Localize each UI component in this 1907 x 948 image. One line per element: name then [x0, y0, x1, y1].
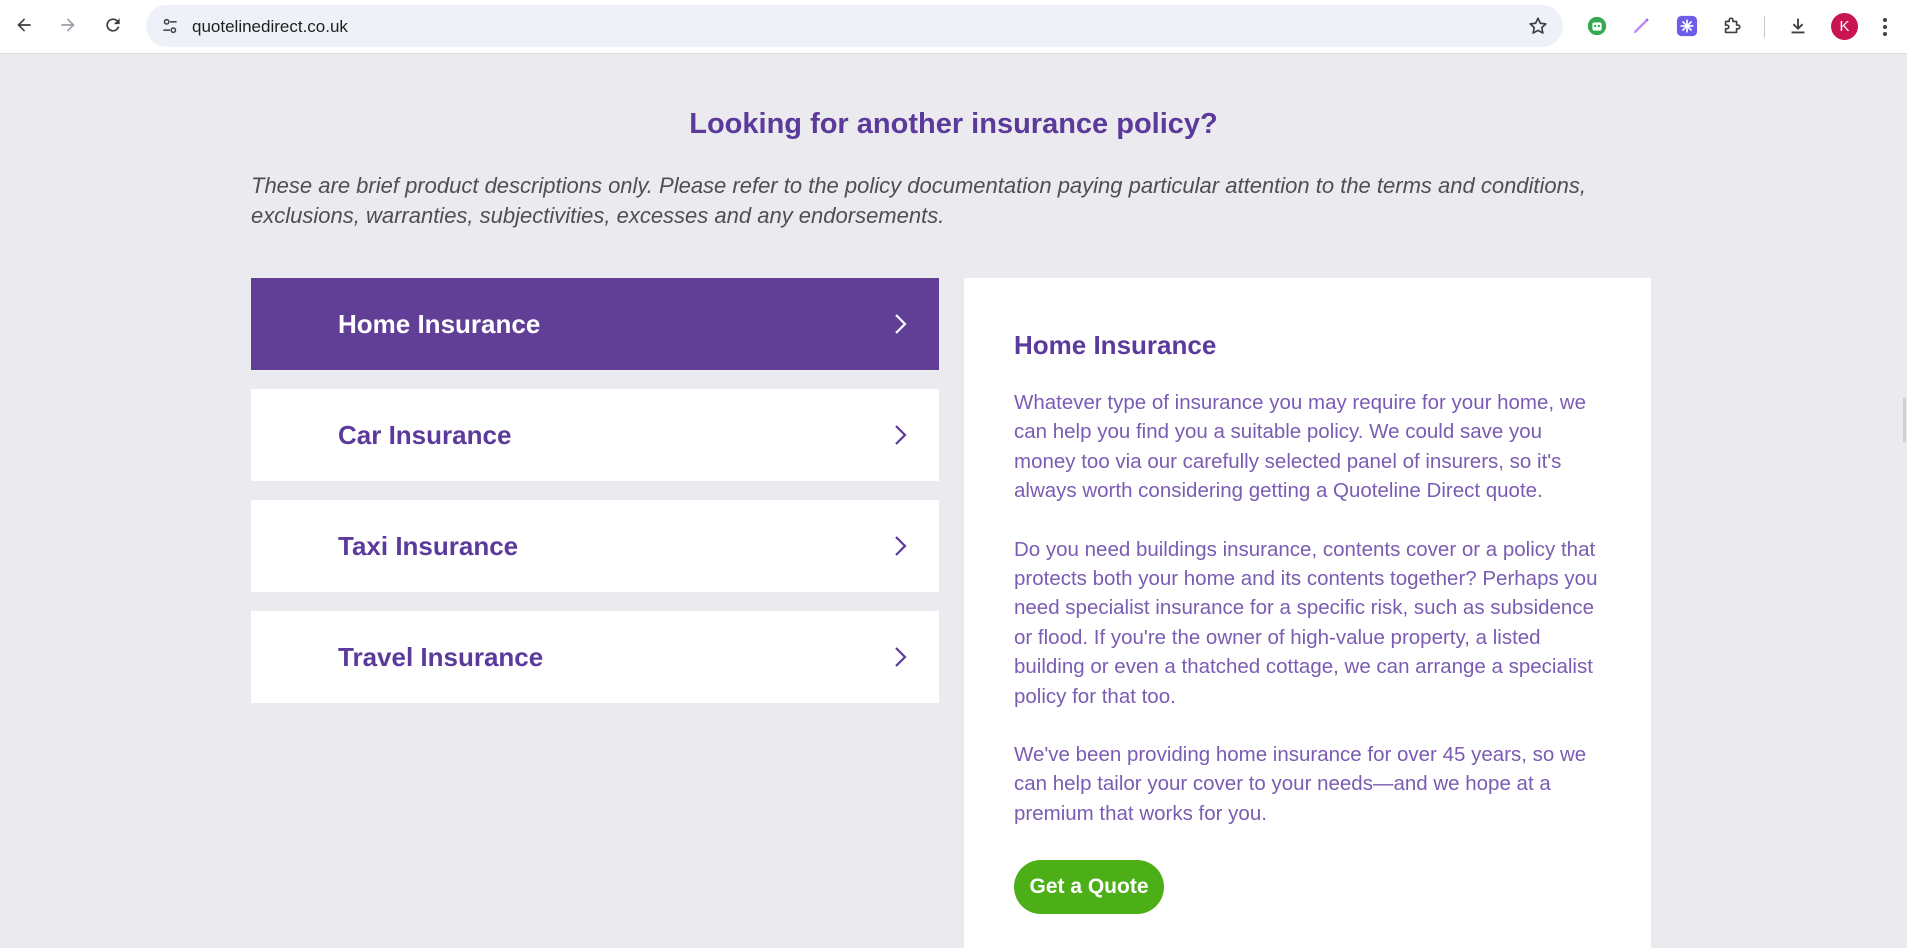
forward-button[interactable] [52, 9, 84, 41]
tab-label: Car Insurance [338, 420, 512, 450]
panel-paragraph: Whatever type of insurance you may requi… [1014, 391, 1586, 503]
chevron-right-icon [895, 425, 907, 445]
snowflake-extension-icon[interactable] [1675, 14, 1699, 38]
toolbar-separator [1764, 16, 1765, 38]
reload-icon [106, 18, 120, 32]
disclaimer-text: These are brief product descriptions onl… [251, 173, 1587, 228]
insurance-detail-panel: Home Insurance Whatever type of insuranc… [964, 278, 1651, 948]
panel-paragraph: Do you need buildings insurance, content… [1014, 537, 1598, 708]
pen-extension-icon[interactable] [1629, 14, 1653, 38]
tab-travel-insurance[interactable]: Travel Insurance [251, 611, 939, 703]
site-info-button[interactable] [158, 14, 182, 38]
tab-label: Travel Insurance [338, 642, 544, 672]
get-a-quote-button[interactable]: Get a Quote [1014, 860, 1164, 914]
download-icon[interactable] [1786, 14, 1810, 38]
tab-home-insurance[interactable]: Home Insurance [251, 278, 939, 370]
tab-label: Taxi Insurance [338, 531, 519, 561]
arrow-right-icon [61, 18, 75, 32]
address-bar[interactable]: quotelinedirect.co.uk [146, 5, 1563, 47]
browser-toolbar: quotelinedirect.co.uk K [0, 0, 1907, 54]
tab-car-insurance[interactable]: Car Insurance [251, 389, 939, 481]
reload-button[interactable] [97, 9, 129, 41]
url-text[interactable]: quotelinedirect.co.uk [192, 17, 348, 37]
scrollbar-thumb[interactable] [1903, 398, 1906, 442]
panel-paragraph: We've been providing home insurance for … [1014, 743, 1587, 825]
page-heading: Looking for another insurance policy? [689, 108, 1218, 140]
tab-label: Home Insurance [338, 309, 541, 339]
insurance-tab-list: Home Insurance Car Insurance Taxi Insura… [251, 278, 939, 722]
chevron-right-icon [895, 647, 907, 667]
back-button[interactable] [8, 9, 40, 41]
chevron-right-icon [895, 536, 907, 556]
robot-extension-icon[interactable] [1585, 14, 1609, 38]
panel-body: Whatever type of insurance you may requi… [1014, 388, 1609, 857]
puzzle-icon[interactable] [1720, 14, 1744, 38]
star-icon[interactable] [1527, 15, 1549, 37]
tab-taxi-insurance[interactable]: Taxi Insurance [251, 500, 939, 592]
chevron-right-icon [895, 314, 907, 334]
panel-title: Home Insurance [1014, 330, 1217, 360]
profile-avatar[interactable]: K [1831, 13, 1858, 40]
tune-icon [163, 18, 177, 34]
arrow-left-icon [17, 18, 31, 32]
more-vert-icon[interactable] [1875, 14, 1895, 40]
